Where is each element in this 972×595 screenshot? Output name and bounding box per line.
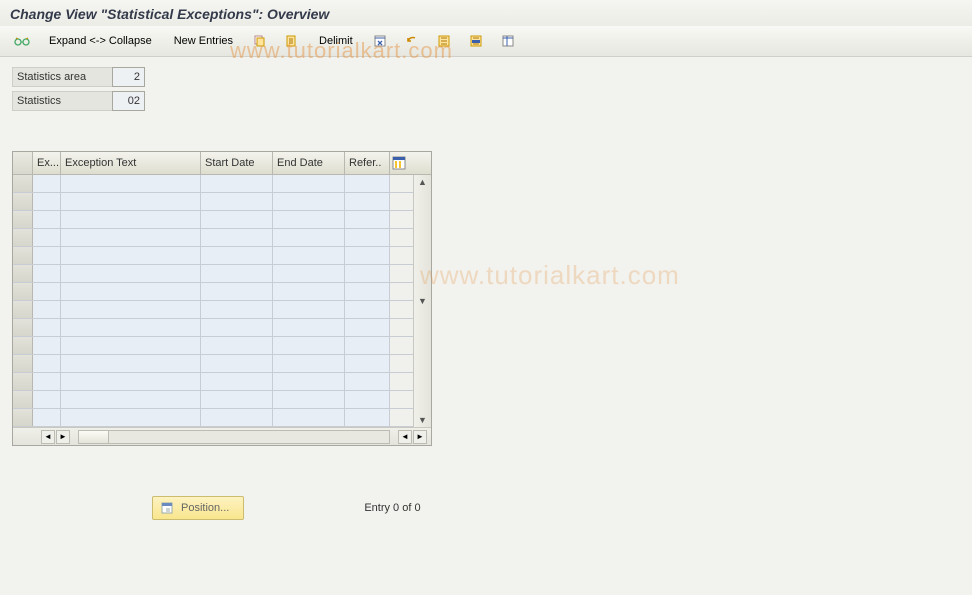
scroll-left-button[interactable]: ◄ xyxy=(41,430,55,444)
table-body xyxy=(13,175,413,427)
scroll-right-button[interactable]: ► xyxy=(56,430,70,444)
content-area: Statistics area 2 Statistics 02 Ex... Ex… xyxy=(0,57,972,530)
select-all-icon xyxy=(435,32,453,50)
column-start-date[interactable]: Start Date xyxy=(201,152,273,174)
table-header: Ex... Exception Text Start Date End Date… xyxy=(13,152,431,175)
table-row[interactable] xyxy=(13,265,413,283)
table-columns-icon xyxy=(499,32,517,50)
undo-button[interactable] xyxy=(398,30,426,52)
toolbar: Expand <-> Collapse New Entries Delimit xyxy=(0,26,972,57)
new-entries-button[interactable]: New Entries xyxy=(165,30,242,52)
scroll-right-end-button[interactable]: ► xyxy=(413,430,427,444)
table-row[interactable] xyxy=(13,391,413,409)
table-row[interactable] xyxy=(13,229,413,247)
entry-count: Entry 0 of 0 xyxy=(364,502,420,514)
deselect-all-button[interactable] xyxy=(462,30,490,52)
column-refer[interactable]: Refer.. xyxy=(345,152,390,174)
select-all-column[interactable] xyxy=(13,152,33,174)
table-row[interactable] xyxy=(13,409,413,427)
table-row[interactable] xyxy=(13,211,413,229)
toggle-view-button[interactable] xyxy=(8,30,36,52)
column-ex[interactable]: Ex... xyxy=(33,152,61,174)
scroll-left-end-button[interactable]: ◄ xyxy=(398,430,412,444)
position-icon xyxy=(159,500,175,516)
hscroll-track[interactable] xyxy=(78,430,390,444)
scroll-up-icon[interactable]: ▲ xyxy=(418,177,427,187)
copy-icon xyxy=(251,32,269,50)
table-row[interactable] xyxy=(13,193,413,211)
table-settings-button[interactable] xyxy=(494,30,522,52)
column-exception-text[interactable]: Exception Text xyxy=(61,152,201,174)
table-config-icon xyxy=(392,156,406,170)
scroll-down-icon[interactable]: ▼ xyxy=(418,296,427,306)
vertical-scrollbar[interactable]: ▲ ▼ ▼ xyxy=(413,175,431,427)
statistics-label: Statistics xyxy=(12,91,112,111)
undo-icon xyxy=(403,32,421,50)
position-button-label: Position... xyxy=(181,502,229,514)
delimit-button[interactable]: Delimit xyxy=(310,30,362,52)
position-button[interactable]: Position... xyxy=(152,496,244,520)
glasses-icon xyxy=(13,32,31,50)
copy-as-button[interactable] xyxy=(278,30,306,52)
scroll-down-icon[interactable]: ▼ xyxy=(418,415,427,425)
table-row[interactable] xyxy=(13,301,413,319)
field-statistics-area: Statistics area 2 xyxy=(12,67,960,87)
delete-button[interactable] xyxy=(366,30,394,52)
delete-icon xyxy=(371,32,389,50)
table-row[interactable] xyxy=(13,337,413,355)
table-row[interactable] xyxy=(13,283,413,301)
deselect-all-icon xyxy=(467,32,485,50)
table-row[interactable] xyxy=(13,175,413,193)
table-row[interactable] xyxy=(13,319,413,337)
statistics-value[interactable]: 02 xyxy=(112,91,145,111)
table-row[interactable] xyxy=(13,373,413,391)
copy-sheet-icon xyxy=(283,32,301,50)
statistics-area-label: Statistics area xyxy=(12,67,112,87)
table-row[interactable] xyxy=(13,247,413,265)
footer: Position... Entry 0 of 0 xyxy=(12,496,960,520)
statistics-area-value[interactable]: 2 xyxy=(112,67,145,87)
page-title: Change View "Statistical Exceptions": Ov… xyxy=(0,0,972,26)
column-end-date[interactable]: End Date xyxy=(273,152,345,174)
table-row[interactable] xyxy=(13,355,413,373)
hscroll-thumb[interactable] xyxy=(79,431,109,443)
select-all-button[interactable] xyxy=(430,30,458,52)
configure-columns-button[interactable] xyxy=(390,152,408,174)
field-statistics: Statistics 02 xyxy=(12,91,960,111)
data-table: Ex... Exception Text Start Date End Date… xyxy=(12,151,432,446)
expand-collapse-button[interactable]: Expand <-> Collapse xyxy=(40,30,161,52)
horizontal-scrollbar: ◄ ► ◄ ► xyxy=(13,427,431,445)
copy-button[interactable] xyxy=(246,30,274,52)
